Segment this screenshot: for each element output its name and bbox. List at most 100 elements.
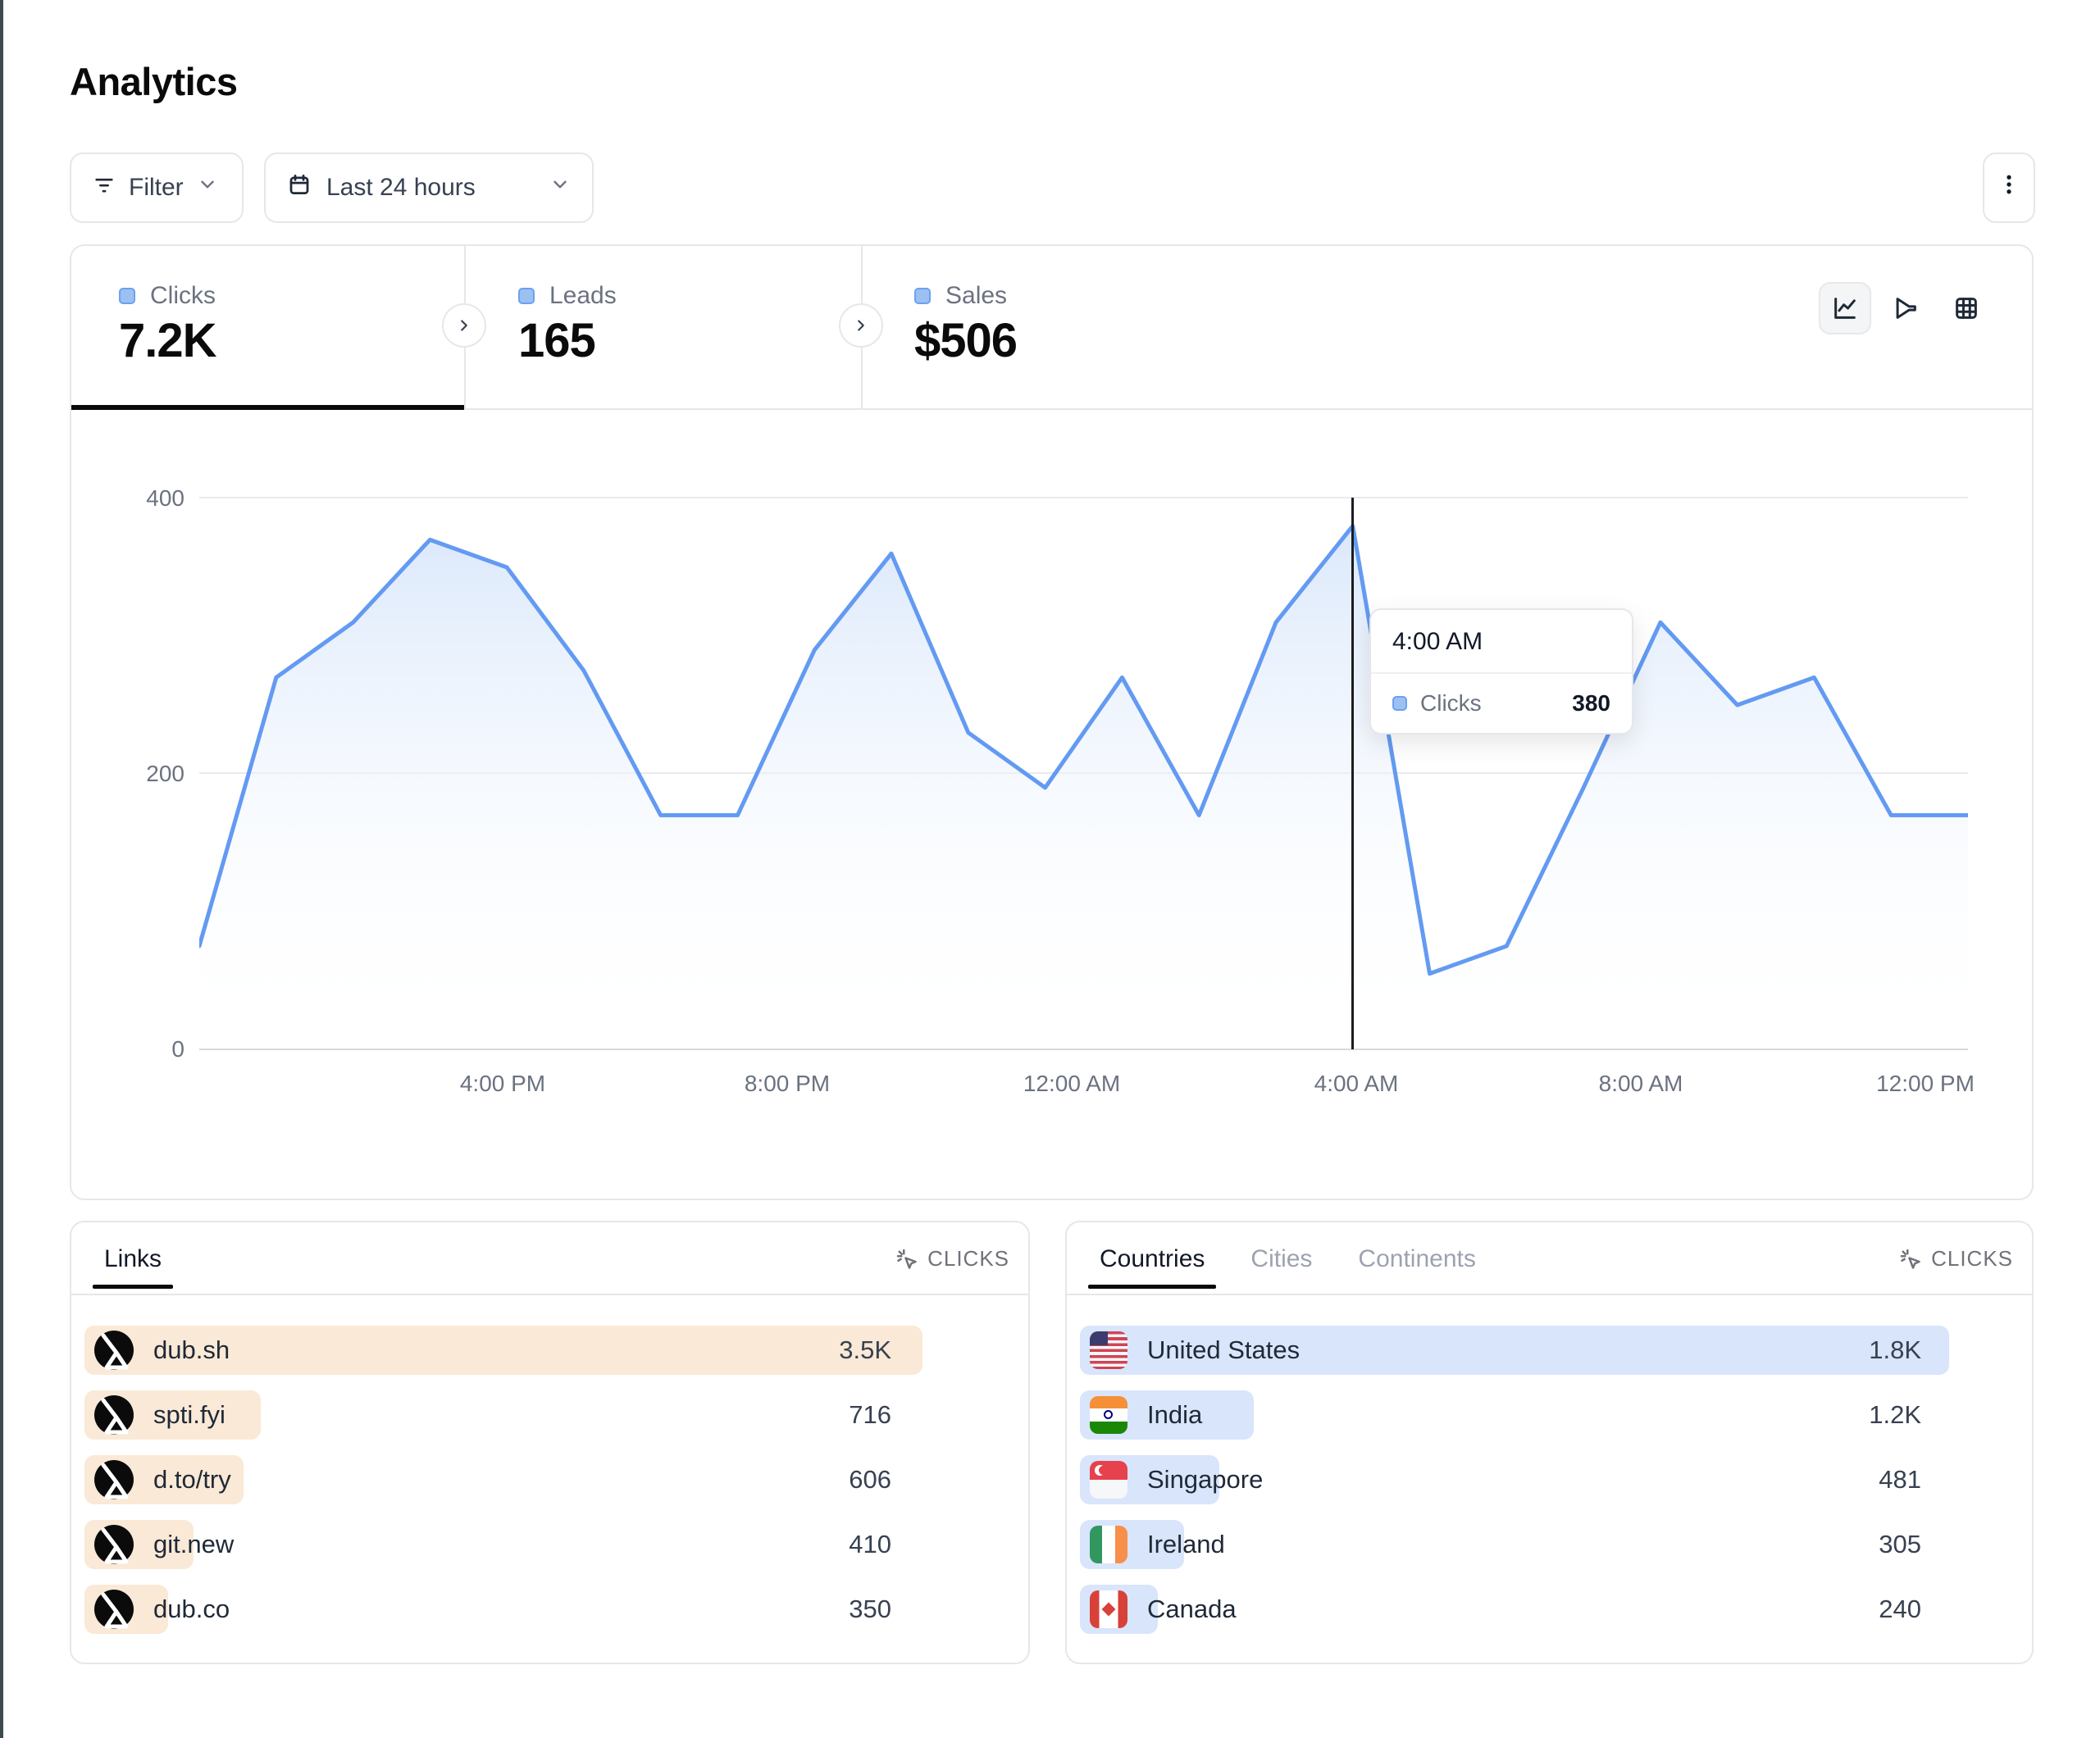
tooltip-time: 4:00 AM xyxy=(1371,610,1632,674)
tab-clicks[interactable]: Clicks 7.2K xyxy=(71,246,464,410)
active-tab-underline xyxy=(71,405,464,410)
link-row[interactable]: spti.fyi 716 xyxy=(84,1390,922,1440)
y-axis-tick: 400 xyxy=(107,485,184,512)
tab-leads[interactable]: Leads 165 xyxy=(466,246,861,410)
page-title: Analytics xyxy=(70,59,237,104)
x-axis-tick: 8:00 AM xyxy=(1599,1071,1683,1097)
link-label: d.to/try xyxy=(153,1465,231,1495)
countries-list: United States 1.8K India 1.2K Singapore … xyxy=(1080,1326,1949,1649)
next-metric-button[interactable] xyxy=(839,303,883,348)
more-options-button[interactable] xyxy=(1983,152,2035,223)
link-row[interactable]: dub.sh 3.5K xyxy=(84,1326,922,1375)
hover-crosshair xyxy=(1351,498,1354,1049)
chart-view-toggles xyxy=(1819,282,1993,334)
x-axis-tick: 12:00 AM xyxy=(1023,1071,1120,1097)
canada-flag-icon xyxy=(1090,1590,1127,1628)
chevron-right-icon xyxy=(852,316,870,334)
country-label: Singapore xyxy=(1147,1465,1263,1495)
tooltip-value: 380 xyxy=(1572,690,1610,717)
country-clicks-value: 240 xyxy=(1879,1585,1921,1634)
dub-logo-icon xyxy=(94,1590,134,1629)
funnel-view-button[interactable] xyxy=(1879,282,1932,334)
filter-icon xyxy=(93,173,116,202)
leads-tab-label: Leads xyxy=(549,282,617,310)
tab-continents[interactable]: Continents xyxy=(1358,1222,1475,1295)
countries-metric-header-label: CLICKS xyxy=(1931,1246,2013,1272)
clicks-area-chart[interactable] xyxy=(199,458,1968,1049)
country-row[interactable]: India 1.2K xyxy=(1080,1390,1949,1440)
link-row[interactable]: dub.co 350 xyxy=(84,1585,922,1634)
us-flag-icon xyxy=(1090,1331,1127,1369)
y-axis-tick: 200 xyxy=(107,761,184,787)
dub-logo-icon xyxy=(94,1460,134,1499)
country-clicks-value: 1.2K xyxy=(1869,1390,1921,1440)
country-row[interactable]: Ireland 305 xyxy=(1080,1520,1949,1569)
tab-links[interactable]: Links xyxy=(104,1222,162,1295)
page-left-edge xyxy=(0,0,3,1738)
sales-value: $506 xyxy=(914,313,1017,368)
country-row[interactable]: United States 1.8K xyxy=(1080,1326,1949,1375)
links-metric-header-label: CLICKS xyxy=(927,1246,1009,1272)
cursor-click-icon xyxy=(895,1247,919,1272)
link-clicks-value: 3.5K xyxy=(839,1326,891,1375)
x-axis-tick: 4:00 AM xyxy=(1314,1071,1399,1097)
chart-tooltip: 4:00 AM Clicks 380 xyxy=(1369,608,1633,735)
tooltip-series-label: Clicks xyxy=(1420,690,1482,717)
link-clicks-value: 350 xyxy=(849,1585,891,1634)
country-label: India xyxy=(1147,1400,1202,1430)
links-list: dub.sh 3.5K spti.fyi 716 d.to/try 606 xyxy=(84,1326,922,1649)
x-axis-tick: 8:00 PM xyxy=(745,1071,830,1097)
filter-button-label: Filter xyxy=(129,174,184,202)
clicks-legend-icon xyxy=(119,288,135,304)
link-label: dub.sh xyxy=(153,1335,230,1365)
chevron-down-icon xyxy=(549,174,571,202)
country-row[interactable]: Canada 240 xyxy=(1080,1585,1949,1634)
next-metric-button[interactable] xyxy=(442,303,486,348)
tab-cities[interactable]: Cities xyxy=(1250,1222,1312,1295)
country-clicks-value: 1.8K xyxy=(1869,1326,1921,1375)
link-label: spti.fyi xyxy=(153,1400,225,1430)
sales-tab-label: Sales xyxy=(945,282,1007,310)
funnel-icon xyxy=(1892,294,1920,322)
countries-clicks-sort-button[interactable]: CLICKS xyxy=(1898,1222,2013,1295)
sales-legend-icon xyxy=(914,288,931,304)
link-row[interactable]: d.to/try 606 xyxy=(84,1455,922,1504)
dub-logo-icon xyxy=(94,1395,134,1435)
table-view-button[interactable] xyxy=(1940,282,1993,334)
country-clicks-value: 305 xyxy=(1879,1520,1921,1569)
country-clicks-value: 481 xyxy=(1879,1455,1921,1504)
y-axis-tick: 0 xyxy=(107,1036,184,1062)
clicks-tab-label: Clicks xyxy=(150,282,216,310)
links-panel-header: Links CLICKS xyxy=(71,1222,1028,1295)
link-clicks-value: 410 xyxy=(849,1520,891,1569)
line-chart-view-button[interactable] xyxy=(1819,282,1871,334)
singapore-flag-icon xyxy=(1090,1461,1127,1499)
chevron-down-icon xyxy=(197,174,218,202)
tab-countries[interactable]: Countries xyxy=(1100,1222,1205,1295)
country-row[interactable]: Singapore 481 xyxy=(1080,1455,1949,1504)
metric-tabs-header: Clicks 7.2K Leads 165 Sales $506 xyxy=(71,246,2032,410)
link-clicks-value: 716 xyxy=(849,1390,891,1440)
leads-legend-icon xyxy=(518,288,535,304)
links-panel: Links CLICKS dub.sh 3.5K spti.fyi xyxy=(70,1221,1030,1664)
countries-panel-header: Countries Cities Continents CLICKS xyxy=(1067,1222,2032,1295)
link-clicks-value: 606 xyxy=(849,1455,891,1504)
links-clicks-sort-button[interactable]: CLICKS xyxy=(895,1222,1009,1295)
line-chart-icon xyxy=(1831,294,1859,322)
link-label: dub.co xyxy=(153,1595,230,1624)
x-axis-tick: 4:00 PM xyxy=(460,1071,545,1097)
filter-button[interactable]: Filter xyxy=(70,152,244,223)
date-range-button[interactable]: Last 24 hours xyxy=(264,152,594,223)
analytics-page: Analytics Filter Last 24 hours Clicks 7.… xyxy=(0,0,2100,1738)
x-axis-tick: 12:00 PM xyxy=(1876,1071,1975,1097)
dub-logo-icon xyxy=(94,1331,134,1370)
chevron-right-icon xyxy=(455,316,473,334)
link-row[interactable]: git.new 410 xyxy=(84,1520,922,1569)
tab-sales[interactable]: Sales $506 xyxy=(863,246,1322,410)
ireland-flag-icon xyxy=(1090,1526,1127,1563)
country-label: Ireland xyxy=(1147,1530,1225,1559)
table-icon xyxy=(1952,294,1980,322)
kebab-menu-icon xyxy=(1997,172,2021,203)
country-label: Canada xyxy=(1147,1595,1237,1624)
date-range-label: Last 24 hours xyxy=(326,174,476,202)
